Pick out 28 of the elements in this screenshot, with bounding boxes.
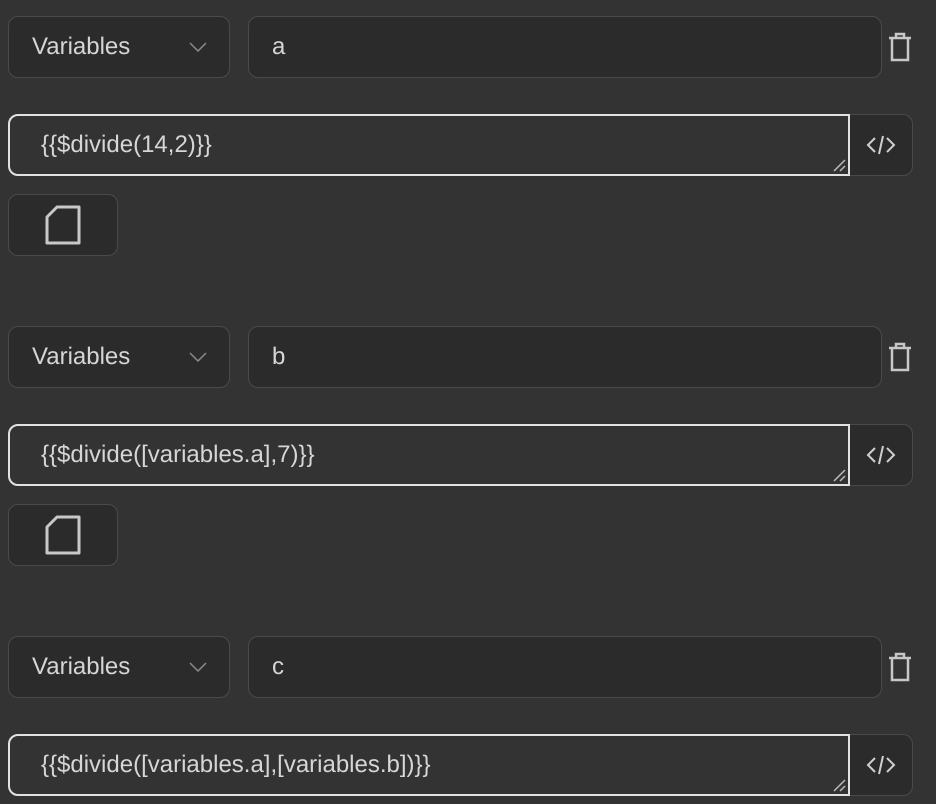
resize-handle-icon (832, 158, 846, 172)
name-field[interactable]: b (248, 326, 882, 388)
resize-handle-icon (832, 468, 846, 482)
trash-icon (887, 32, 913, 62)
name-field[interactable]: c (248, 636, 882, 698)
resize-handle-icon (832, 778, 846, 792)
code-icon (866, 444, 896, 466)
source-dropdown[interactable]: Variables (8, 636, 230, 698)
code-button[interactable] (850, 114, 913, 176)
code-button[interactable] (850, 734, 913, 796)
source-dropdown[interactable]: Variables (8, 16, 230, 78)
chevron-down-icon (189, 662, 207, 672)
name-field[interactable]: a (248, 16, 882, 78)
code-icon (866, 134, 896, 156)
page-icon (45, 515, 81, 555)
trash-icon (887, 652, 913, 682)
code-button[interactable] (850, 424, 913, 486)
page-button[interactable] (8, 194, 118, 256)
expression-field[interactable]: {{$divide(14,2)}} (8, 114, 850, 176)
chevron-down-icon (189, 352, 207, 362)
page-button[interactable] (8, 504, 118, 566)
source-dropdown[interactable]: Variables (8, 326, 230, 388)
expression-field[interactable]: {{$divide([variables.a],[variables.b])}} (8, 734, 850, 796)
page-icon (45, 205, 81, 245)
chevron-down-icon (189, 42, 207, 52)
expression-field[interactable]: {{$divide([variables.a],7)}} (8, 424, 850, 486)
trash-icon (887, 342, 913, 372)
code-icon (866, 754, 896, 776)
